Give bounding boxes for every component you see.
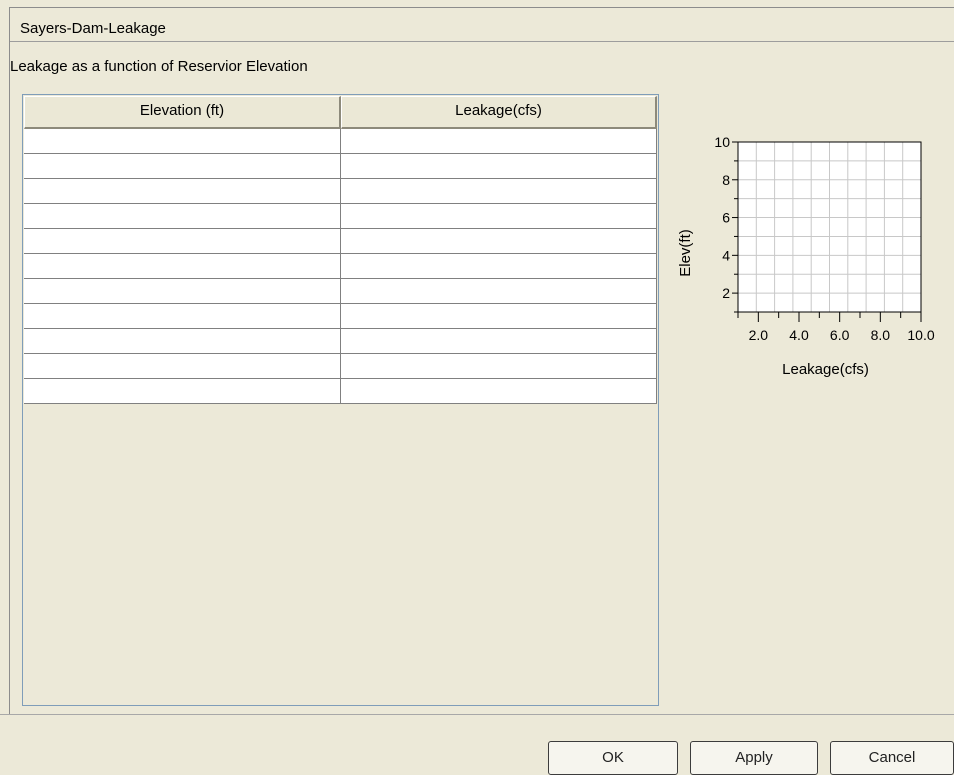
y-tick-label: 2 <box>722 285 730 301</box>
elevation-cell[interactable] <box>24 304 341 329</box>
dialog-footer: OK Apply Cancel <box>0 714 954 775</box>
apply-button[interactable]: Apply <box>690 741 818 775</box>
leakage-cell[interactable] <box>341 379 657 404</box>
x-tick-label: 4.0 <box>789 327 809 343</box>
leakage-cell[interactable] <box>341 204 657 229</box>
table-row <box>24 254 657 279</box>
table-row <box>24 229 657 254</box>
ok-button[interactable]: OK <box>548 741 678 775</box>
leakage-cell[interactable] <box>341 354 657 379</box>
table-row <box>24 329 657 354</box>
table-row <box>24 354 657 379</box>
table-row <box>24 304 657 329</box>
column-header-elevation[interactable]: Elevation (ft) <box>24 96 341 129</box>
leakage-cell[interactable] <box>341 154 657 179</box>
table-row <box>24 204 657 229</box>
column-header-leakage[interactable]: Leakage(cfs) <box>341 96 657 129</box>
leakage-cell[interactable] <box>341 129 657 154</box>
x-tick-label: 8.0 <box>871 327 891 343</box>
x-tick-label: 2.0 <box>749 327 769 343</box>
elevation-cell[interactable] <box>24 329 341 354</box>
panel-title: Sayers-Dam-Leakage <box>20 20 166 37</box>
elevation-cell[interactable] <box>24 129 341 154</box>
table-row <box>24 379 657 404</box>
table-row <box>24 279 657 304</box>
x-axis-label: Leakage(cfs) <box>782 361 869 378</box>
elevation-cell[interactable] <box>24 179 341 204</box>
elevation-cell[interactable] <box>24 254 341 279</box>
leakage-cell[interactable] <box>341 179 657 204</box>
y-axis-label: Elev(ft) <box>677 229 694 277</box>
elevation-cell[interactable] <box>24 204 341 229</box>
elevation-cell[interactable] <box>24 154 341 179</box>
elevation-cell[interactable] <box>24 379 341 404</box>
leakage-cell[interactable] <box>341 229 657 254</box>
leakage-cell[interactable] <box>341 279 657 304</box>
y-tick-label: 8 <box>722 172 730 188</box>
panel-title-bar: Sayers-Dam-Leakage <box>10 8 954 42</box>
elevation-leakage-chart: 10 8 6 4 2 2.0 4.0 6.0 8.0 10.0 Leakage(cfs) Elev(f… <box>677 134 935 378</box>
elevation-cell[interactable] <box>24 354 341 379</box>
leakage-table: Elevation (ft) Leakage(cfs) <box>22 94 659 706</box>
table-row <box>24 179 657 204</box>
y-tick-label: 4 <box>722 247 730 263</box>
elevation-cell[interactable] <box>24 279 341 304</box>
table-row <box>24 154 657 179</box>
x-tick-label: 10.0 <box>907 327 934 343</box>
table-header: Elevation (ft) Leakage(cfs) <box>24 96 657 129</box>
x-tick-label: 6.0 <box>830 327 850 343</box>
cancel-button[interactable]: Cancel <box>830 741 954 775</box>
table-row <box>24 129 657 154</box>
leakage-cell[interactable] <box>341 329 657 354</box>
y-tick-label: 6 <box>722 210 730 226</box>
leakage-cell[interactable] <box>341 254 657 279</box>
elevation-cell[interactable] <box>24 229 341 254</box>
table-body <box>24 129 657 404</box>
section-label: Leakage as a function of Reservior Eleva… <box>10 58 308 75</box>
leakage-cell[interactable] <box>341 304 657 329</box>
y-tick-label: 10 <box>714 134 730 150</box>
